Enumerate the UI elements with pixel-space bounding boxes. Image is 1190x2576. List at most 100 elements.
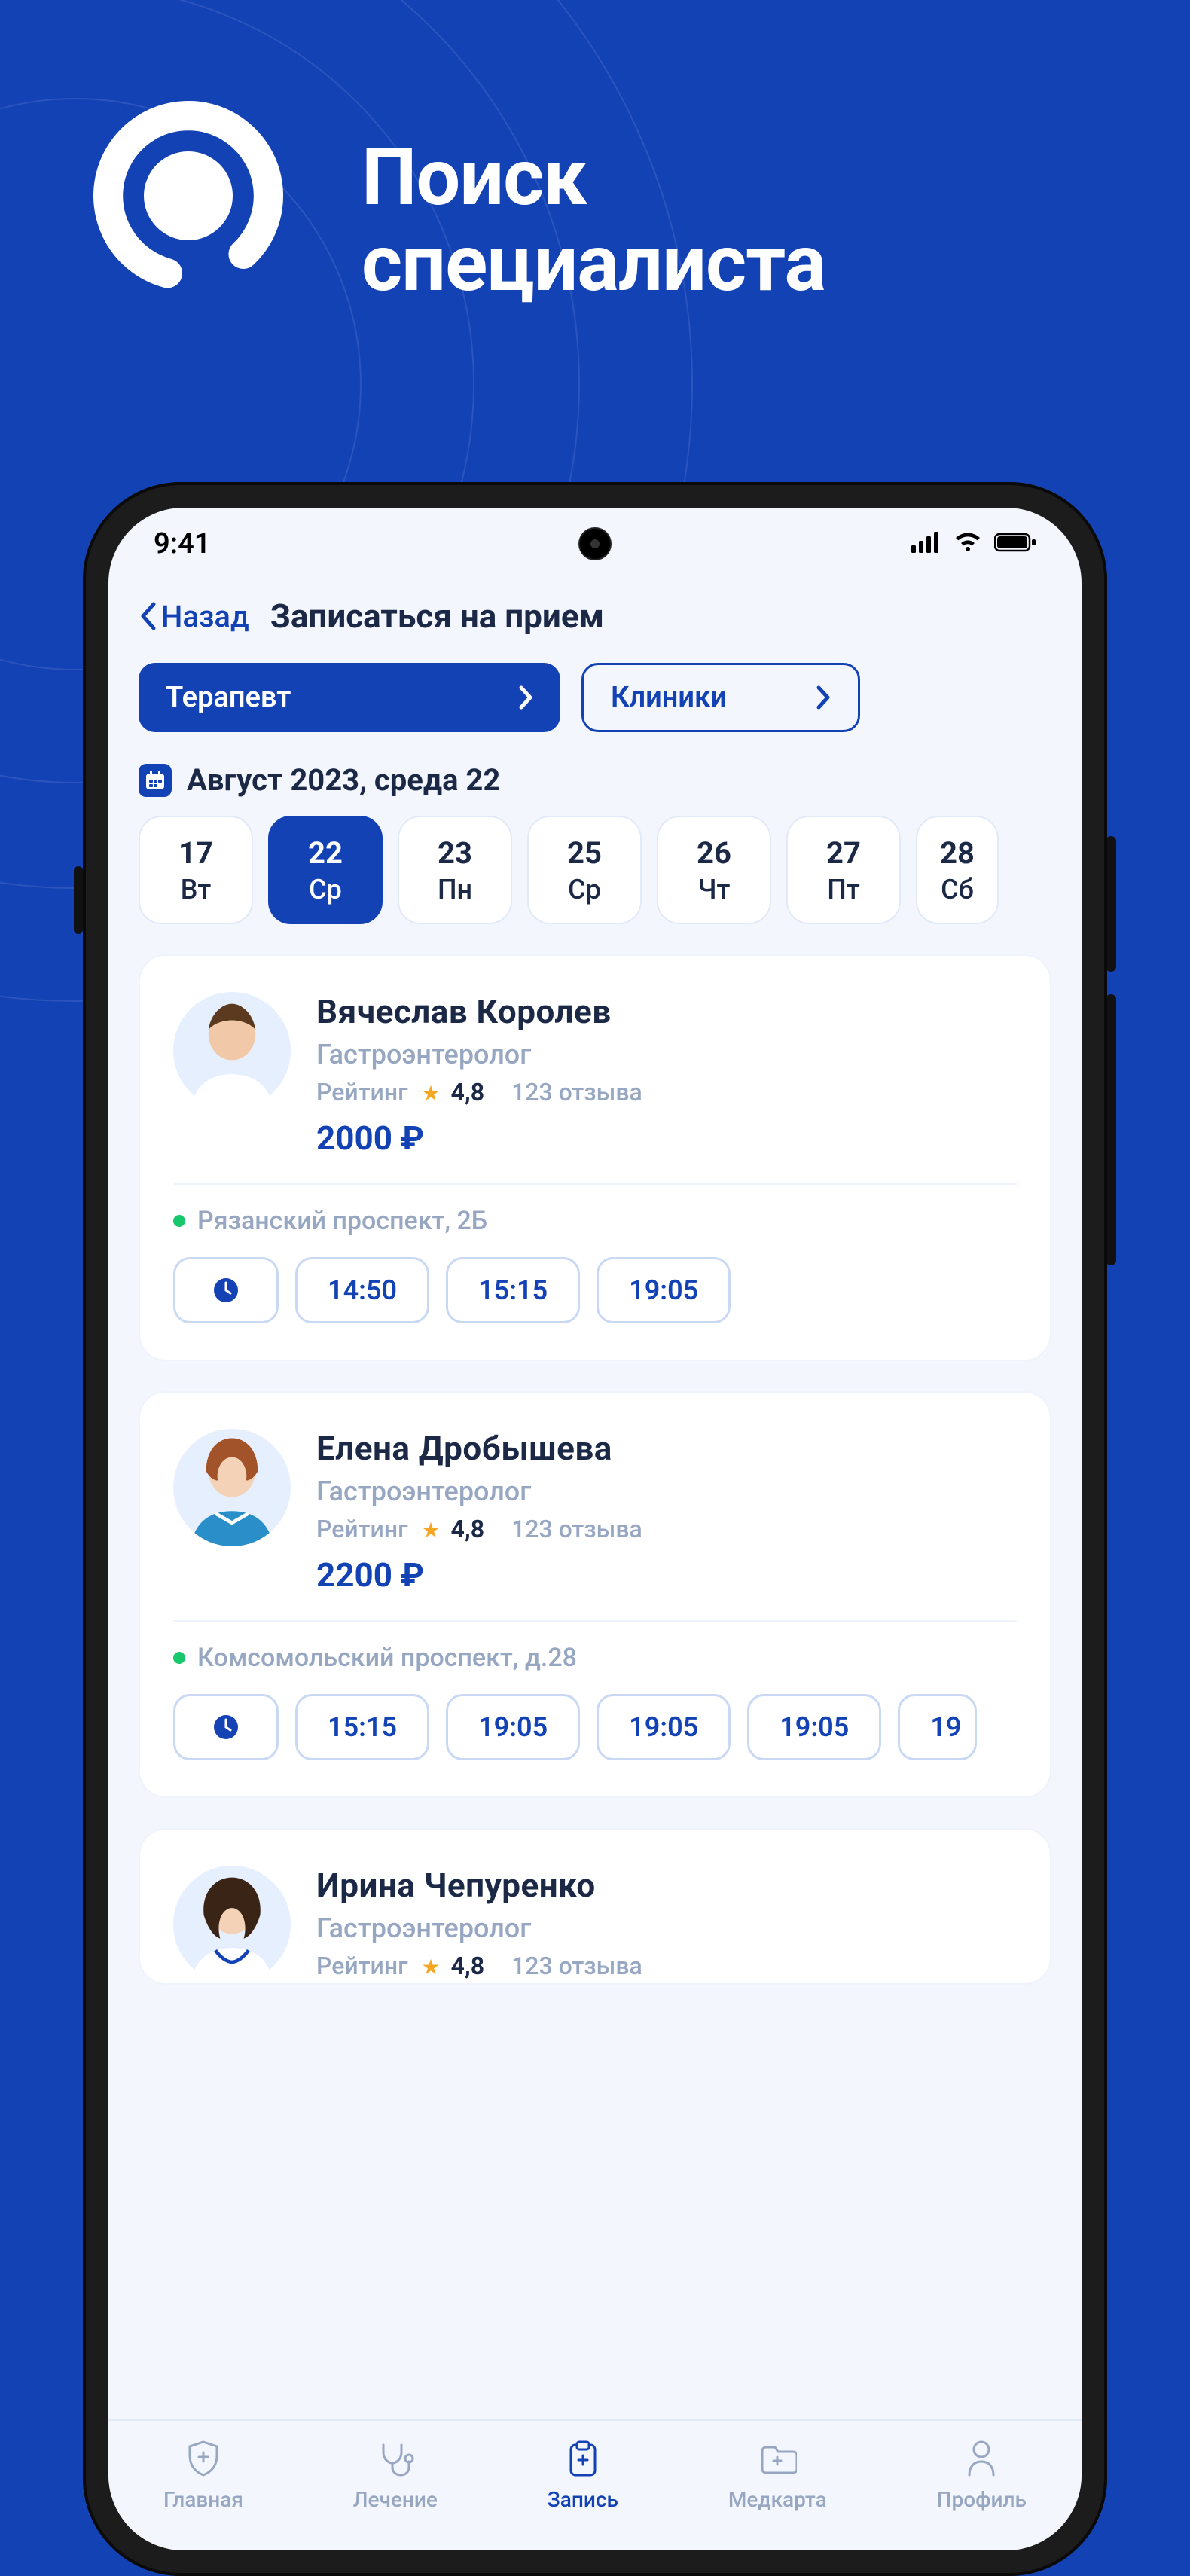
doctor-avatar	[173, 1866, 291, 1983]
doctor-specialty: Гастроэнтеролог	[316, 1039, 642, 1070]
rating-label: Рейтинг	[316, 1078, 408, 1106]
date-num: 17	[178, 835, 213, 871]
person-icon	[960, 2437, 1002, 2480]
doctor-specialty: Гастроэнтеролог	[316, 1476, 642, 1507]
review-count: 123 отзыва	[511, 1078, 642, 1106]
date-dow: Пт	[827, 874, 859, 905]
marketing-line1: Поиск	[362, 136, 825, 221]
camera-hole-icon	[580, 529, 610, 559]
date-dow: Пн	[438, 874, 472, 905]
date-chip[interactable]: 23 Пн	[398, 816, 512, 924]
doctor-avatar	[173, 1429, 291, 1546]
current-date-row: Август 2023, среда 22	[108, 762, 1082, 816]
review-count: 123 отзыва	[511, 1515, 642, 1543]
online-dot-icon	[173, 1652, 185, 1664]
chevron-right-icon	[816, 685, 831, 710]
date-chip[interactable]: 26 Чт	[657, 816, 771, 924]
time-slot[interactable]: 14:50	[295, 1257, 429, 1323]
tab-medcard-label: Медкарта	[728, 2487, 827, 2512]
time-slot-row: 15:15 19:05 19:05 19:05 19	[173, 1694, 1017, 1760]
doctor-list: Вячеслав Королев Гастроэнтеролог Рейтинг…	[108, 954, 1082, 1985]
doctor-name: Вячеслав Королев	[316, 992, 642, 1031]
tab-medcard[interactable]: Медкарта	[728, 2437, 827, 2512]
date-dow: Чт	[698, 874, 731, 905]
tab-home-label: Главная	[163, 2487, 243, 2512]
content-fade	[108, 2361, 1082, 2421]
phone-screen: 9:41 Назад Записаться на прием	[108, 508, 1082, 2550]
back-label: Назад	[161, 599, 249, 634]
time-slot[interactable]: 19	[898, 1694, 977, 1760]
clipboard-plus-icon	[562, 2437, 604, 2480]
date-num: 22	[308, 835, 343, 871]
date-dow: Вт	[181, 874, 212, 905]
date-num: 27	[826, 835, 861, 871]
calendar-icon	[139, 764, 172, 797]
star-icon: ★	[421, 1518, 440, 1543]
tab-home[interactable]: Главная	[163, 2437, 243, 2512]
page-title: Записаться на прием	[270, 597, 604, 636]
doctor-name: Ирина Чепуренко	[316, 1866, 642, 1905]
date-dow: Ср	[309, 874, 342, 905]
rating-value: 4,8	[451, 1952, 485, 1980]
doctor-card[interactable]: Вячеслав Королев Гастроэнтеролог Рейтинг…	[139, 954, 1051, 1361]
tab-profile-label: Профиль	[937, 2487, 1027, 2512]
star-icon: ★	[421, 1081, 440, 1106]
clinics-filter-button[interactable]: Клиники	[581, 663, 860, 732]
phone-button-right-1	[1106, 836, 1116, 972]
online-dot-icon	[173, 1215, 185, 1227]
date-chip[interactable]: 27 Пт	[786, 816, 901, 924]
address-row: Рязанский проспект, 2Б	[173, 1206, 1017, 1236]
folder-plus-icon	[756, 2437, 798, 2480]
clock-icon	[212, 1277, 240, 1304]
doctor-address: Рязанский проспект, 2Б	[197, 1206, 487, 1236]
date-chip[interactable]: 28 Сб	[916, 816, 999, 924]
date-num: 25	[567, 835, 602, 871]
date-dow: Сб	[941, 874, 974, 905]
doctor-price: 2000 ₽	[316, 1119, 642, 1158]
date-scroller[interactable]: 17 Вт 22 Ср 23 Пн 25 Ср 26 Чт 27 Пт	[108, 816, 1082, 954]
time-slot[interactable]: 19:05	[446, 1694, 580, 1760]
current-date-label: Август 2023, среда 22	[187, 762, 500, 798]
rating-value: 4,8	[451, 1515, 485, 1543]
date-num: 28	[940, 835, 975, 871]
date-num: 26	[697, 835, 731, 871]
time-slot[interactable]: 15:15	[295, 1694, 429, 1760]
doctor-avatar	[173, 992, 291, 1109]
app-logo	[83, 90, 294, 301]
doctor-card[interactable]: Ирина Чепуренко Гастроэнтеролог Рейтинг …	[139, 1828, 1051, 1985]
chevron-right-icon	[518, 685, 533, 710]
back-button[interactable]: Назад	[139, 599, 249, 634]
date-num: 23	[438, 835, 472, 871]
chevron-left-icon	[139, 601, 157, 631]
star-icon: ★	[421, 1955, 440, 1979]
time-slot[interactable]: 19:05	[597, 1694, 731, 1760]
time-slot[interactable]: 19:05	[747, 1694, 881, 1760]
specialty-filter-button[interactable]: Терапевт	[139, 663, 560, 732]
tab-treatment[interactable]: Лечение	[353, 2437, 438, 2512]
time-slot[interactable]: 15:15	[446, 1257, 580, 1323]
date-chip[interactable]: 25 Ср	[527, 816, 642, 924]
clinics-filter-label: Клиники	[611, 681, 727, 714]
time-slot[interactable]: 19:05	[597, 1257, 731, 1323]
tab-profile[interactable]: Профиль	[937, 2437, 1027, 2512]
tab-booking[interactable]: Запись	[548, 2437, 618, 2512]
shield-plus-icon	[182, 2437, 224, 2480]
rating-value: 4,8	[451, 1078, 485, 1106]
status-time: 9:41	[154, 527, 210, 560]
bottom-tab-bar: Главная Лечение Запись Медкарта	[108, 2419, 1082, 2550]
time-filter-button[interactable]	[173, 1257, 279, 1323]
wifi-icon	[954, 532, 982, 556]
marketing-headline: Поиск специалиста	[362, 136, 825, 308]
nav-header: Назад Записаться на прием	[108, 580, 1082, 663]
date-chip[interactable]: 17 Вт	[139, 816, 253, 924]
doctor-card[interactable]: Елена Дробышева Гастроэнтеролог Рейтинг …	[139, 1391, 1051, 1798]
phone-button-left	[74, 866, 83, 934]
time-filter-button[interactable]	[173, 1694, 279, 1760]
date-chip-active[interactable]: 22 Ср	[268, 816, 383, 924]
marketing-line2: специалиста	[362, 221, 825, 307]
filter-pill-row: Терапевт Клиники	[108, 663, 1082, 762]
review-count: 123 отзыва	[511, 1952, 642, 1980]
rating-label: Рейтинг	[316, 1515, 408, 1543]
doctor-specialty: Гастроэнтеролог	[316, 1912, 642, 1944]
divider	[173, 1183, 1017, 1185]
